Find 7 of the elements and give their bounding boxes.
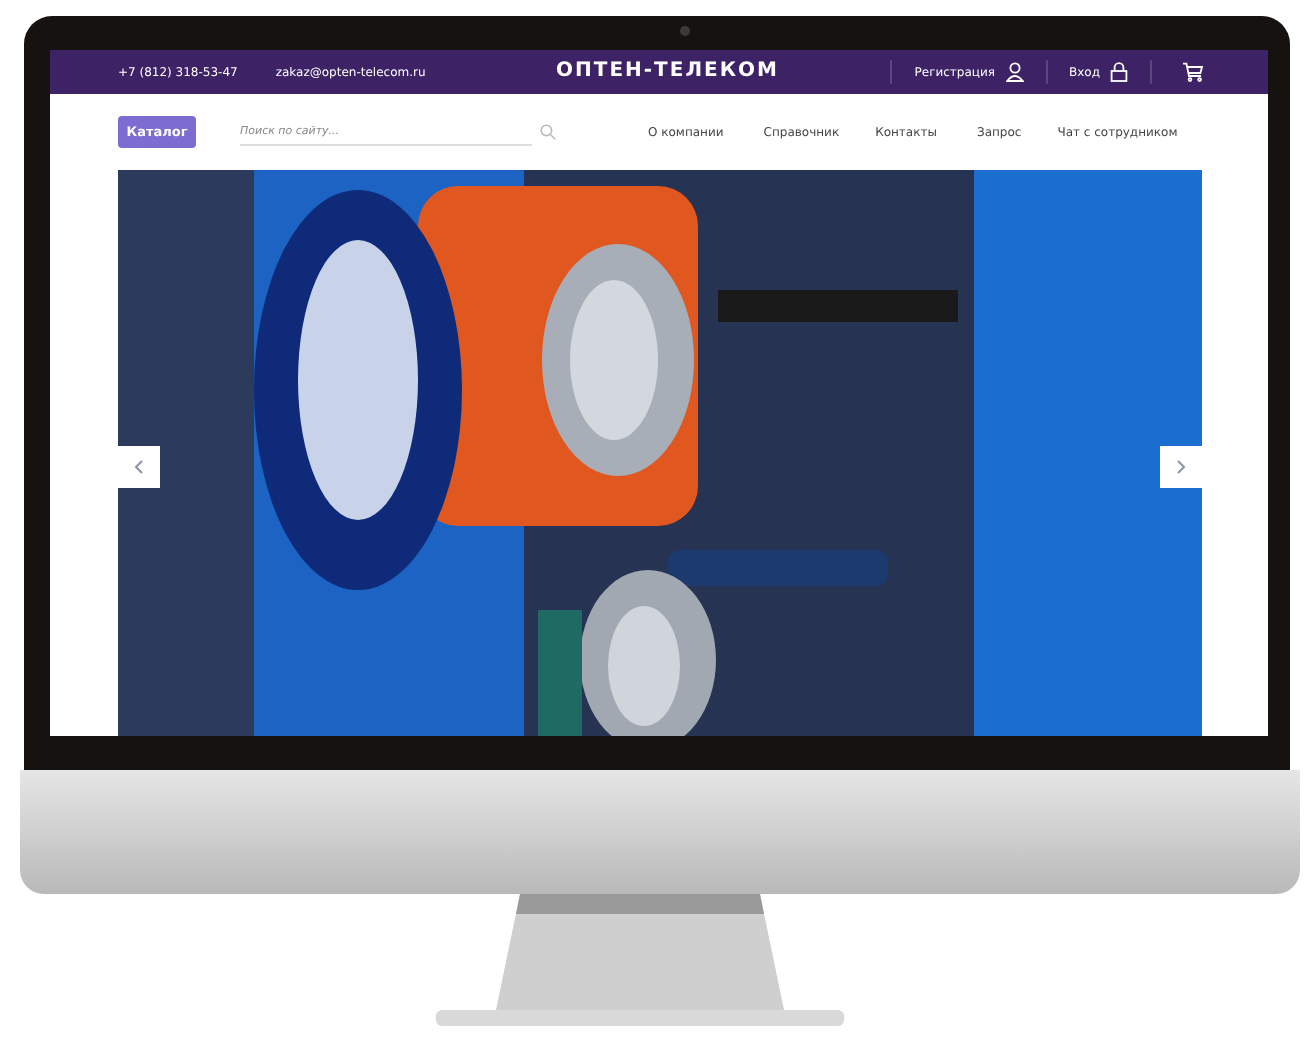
- chevron-left-icon: [134, 460, 144, 474]
- camera-icon: [680, 26, 690, 36]
- site-logo[interactable]: ОПТЕН-ТЕЛЕКОМ: [556, 60, 779, 82]
- lock-icon[interactable]: [1110, 62, 1128, 82]
- cart-icon[interactable]: [1182, 62, 1204, 82]
- chevron-right-icon: [1176, 460, 1186, 474]
- user-icon[interactable]: [1005, 62, 1023, 82]
